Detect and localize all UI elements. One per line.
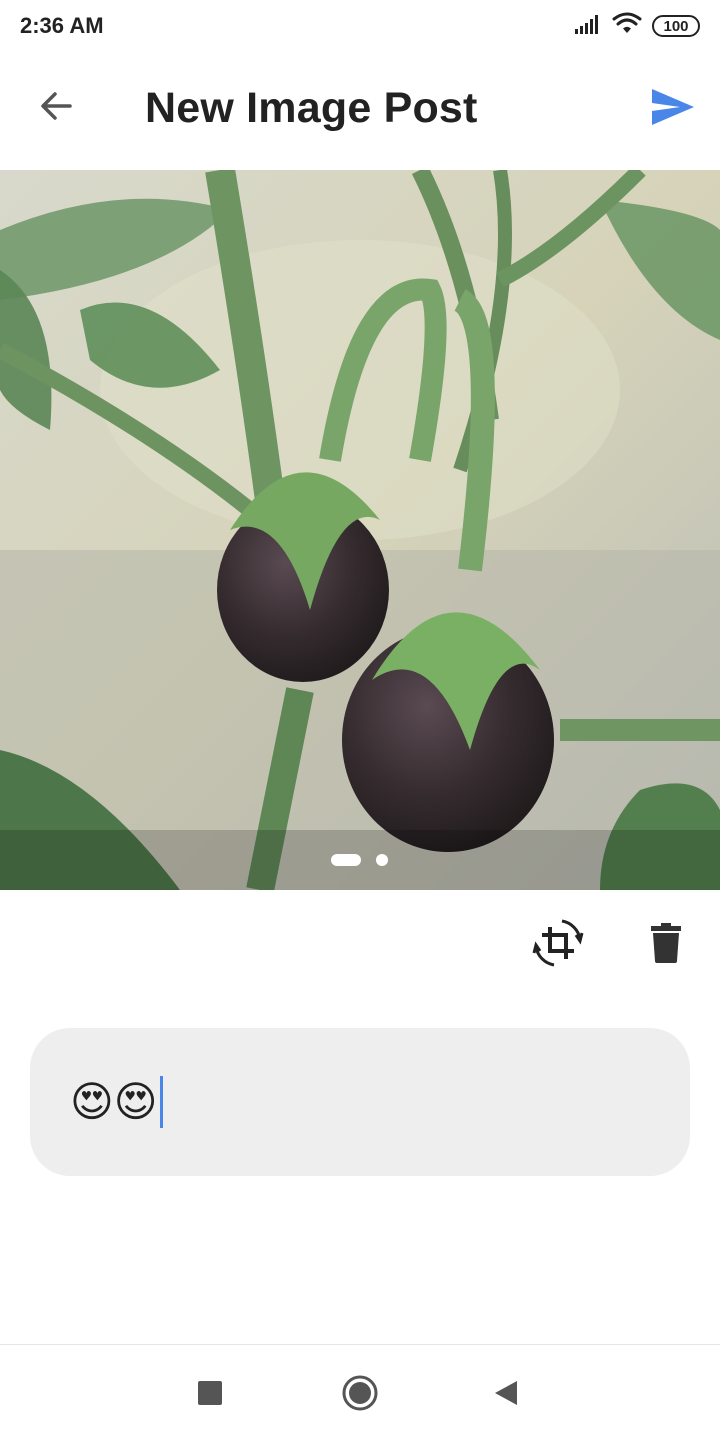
pager-indicator	[331, 854, 388, 866]
back-button[interactable]	[30, 80, 82, 132]
status-bar: 2:36 AM 100	[0, 0, 720, 52]
system-nav-bar	[0, 1344, 720, 1440]
signal-icon	[574, 13, 602, 40]
home-button[interactable]	[334, 1367, 386, 1419]
nav-back-button[interactable]	[480, 1367, 532, 1419]
send-icon	[652, 89, 694, 125]
image-tools	[0, 890, 720, 1000]
page-title: New Image Post	[145, 84, 478, 132]
wifi-icon	[612, 12, 642, 41]
status-icons: 100	[574, 12, 700, 40]
battery-icon: 100	[652, 15, 700, 37]
crop-rotate-icon	[532, 919, 584, 967]
send-button[interactable]	[648, 82, 698, 132]
eggplant-photo	[0, 170, 720, 890]
arrow-left-icon	[41, 92, 72, 120]
crop-rotate-button[interactable]	[530, 915, 586, 971]
caption-input[interactable]: 😍😍	[30, 1028, 690, 1176]
app-bar: New Image Post	[0, 52, 720, 170]
status-time: 2:36 AM	[20, 13, 104, 38]
caption-text-wrapper: 😍😍	[70, 1076, 163, 1128]
home-icon	[342, 1375, 378, 1411]
caption-value: 😍😍	[70, 1077, 158, 1126]
delete-icon	[651, 923, 681, 963]
pager-dot[interactable]	[376, 854, 388, 866]
pager-dot-active[interactable]	[331, 854, 361, 866]
recents-button[interactable]	[184, 1367, 236, 1419]
delete-button[interactable]	[640, 915, 692, 971]
text-caret	[159, 1076, 163, 1128]
recents-icon	[198, 1381, 222, 1405]
back-icon	[495, 1381, 517, 1405]
image-pager[interactable]	[0, 170, 720, 890]
